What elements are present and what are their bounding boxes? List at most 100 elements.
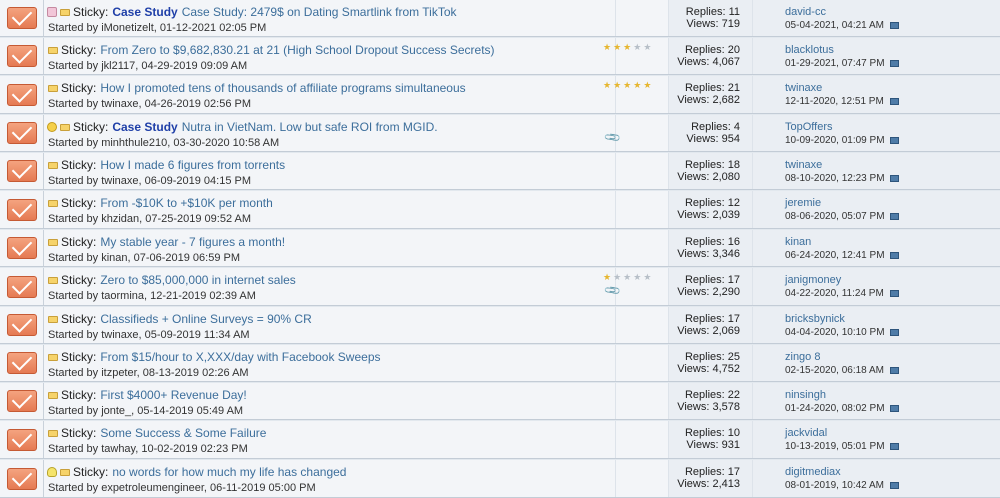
sticky-label: Sticky: <box>61 235 97 249</box>
last-post-user-link[interactable]: digitmediax <box>785 466 1000 478</box>
star-icon: ★ <box>603 42 614 52</box>
sticky-label: Sticky: <box>61 196 97 210</box>
views-count: Views: 2,039 <box>677 209 740 221</box>
last-post-user-link[interactable]: ninsingh <box>785 389 1000 401</box>
last-post-time: 05:01 PM <box>841 441 885 452</box>
star-icon: ★ <box>643 80 654 90</box>
envelope-icon <box>6 7 37 29</box>
thread-status-cell <box>0 76 44 113</box>
thread-rating: ★★★★★ <box>603 272 653 283</box>
last-post-user-link[interactable]: zingo 8 <box>785 351 1000 363</box>
replies-count[interactable]: Replies: 18 <box>669 159 740 171</box>
thread-title-link[interactable]: From Zero to $9,682,830.21 at 21 (High S… <box>100 43 494 57</box>
last-post-user-link[interactable]: kinan <box>785 236 1000 248</box>
last-post-cell: zingo 8 02-15-2020, 06:18 AM <box>753 345 1000 381</box>
thread-stats-cell: Replies: 18 Views: 2,080 <box>669 153 753 189</box>
replies-count[interactable]: Replies: 17 <box>669 466 740 478</box>
last-post-time: 05:07 PM <box>841 211 885 222</box>
star-icon: ★ <box>603 272 614 282</box>
goto-last-post-icon[interactable] <box>890 59 900 67</box>
thread-title-link[interactable]: Some Success & Some Failure <box>100 426 266 440</box>
envelope-icon <box>6 45 37 67</box>
replies-count[interactable]: Replies: 12 <box>669 197 740 209</box>
last-post-time: 01:09 PM <box>841 135 885 146</box>
thread-title-link[interactable]: Case Study: 2479$ on Dating Smartlink fr… <box>182 5 457 19</box>
replies-count[interactable]: Replies: 25 <box>669 351 740 363</box>
last-post-time: 12:23 PM <box>841 173 885 184</box>
thread-status-cell <box>0 345 44 381</box>
thread-title-link[interactable]: no words for how much my life has change… <box>112 465 346 479</box>
thread-title-link[interactable]: From -$10K to +$10K per month <box>100 196 272 210</box>
goto-last-post-icon[interactable] <box>889 289 899 297</box>
goto-last-post-icon[interactable] <box>890 404 900 412</box>
last-post-date-value: 04-04-2020, <box>785 327 839 338</box>
last-post-date-value: 01-29-2021, <box>785 58 839 69</box>
replies-count[interactable]: Replies: 21 <box>669 82 740 94</box>
envelope-icon <box>6 198 37 221</box>
replies-count[interactable]: Replies: 22 <box>669 389 740 401</box>
last-post-user-link[interactable]: twinaxe <box>785 159 1000 171</box>
replies-count[interactable]: Replies: 10 <box>669 427 740 439</box>
thread-title-link[interactable]: How I made 6 figures from torrents <box>100 158 285 172</box>
goto-last-post-icon[interactable] <box>889 366 899 374</box>
last-post-user-link[interactable]: twinaxe <box>785 82 1000 94</box>
folder-icon <box>48 199 58 207</box>
last-post-date-value: 10-13-2019, <box>785 441 839 452</box>
thread-stats-cell: Replies: 12 Views: 2,039 <box>669 191 753 228</box>
thread-prefix[interactable]: Case Study <box>112 120 177 134</box>
last-post-user-link[interactable]: bricksbynick <box>785 313 1000 325</box>
goto-last-post-icon[interactable] <box>889 21 899 29</box>
sticky-label: Sticky: <box>73 5 109 19</box>
last-post-user-link[interactable]: janigmoney <box>785 274 1000 286</box>
folder-icon <box>48 238 58 246</box>
views-count: Views: 2,080 <box>677 171 740 183</box>
thread-stats-cell: Replies: 4 Views: 954 <box>669 115 753 151</box>
thread-title-link[interactable]: My stable year - 7 figures a month! <box>100 235 285 249</box>
envelope-icon <box>6 467 37 490</box>
goto-last-post-icon[interactable] <box>889 97 899 105</box>
last-post-user-link[interactable]: blacklotus <box>785 44 1000 56</box>
thread-title-link[interactable]: From $15/hour to X,XXX/day with Facebook… <box>100 350 380 364</box>
envelope-icon <box>6 160 37 182</box>
last-post-cell: janigmoney 04-22-2020, 11:24 PM <box>753 268 1000 305</box>
replies-count[interactable]: Replies: 4 <box>669 121 740 133</box>
star-icon: ★ <box>643 272 654 282</box>
last-post-user-link[interactable]: jackvidal <box>785 427 1000 439</box>
goto-last-post-icon[interactable] <box>890 251 900 259</box>
sticky-label: Sticky: <box>61 350 97 364</box>
thread-main-cell: Sticky: How I made 6 figures from torren… <box>44 153 616 189</box>
replies-count[interactable]: Replies: 11 <box>669 6 740 18</box>
thread-rating-cell: ★★★★★ <box>603 38 669 74</box>
thread-rating-cell <box>616 191 669 228</box>
goto-last-post-icon[interactable] <box>889 481 899 489</box>
goto-last-post-icon[interactable] <box>890 212 900 220</box>
thread-main-cell: Sticky: From $15/hour to X,XXX/day with … <box>44 345 616 381</box>
thread-rating-cell <box>616 153 669 189</box>
replies-count[interactable]: Replies: 20 <box>669 44 740 56</box>
thread-title-link[interactable]: Zero to $85,000,000 in internet sales <box>100 273 295 287</box>
goto-last-post-icon[interactable] <box>890 174 900 182</box>
last-post-user-link[interactable]: TopOffers <box>785 121 1000 133</box>
thread-rating-cell <box>616 0 669 36</box>
last-post-user-link[interactable]: jeremie <box>785 197 1000 209</box>
thread-row: Sticky: no words for how much my life ha… <box>0 460 1000 498</box>
folder-icon <box>60 123 70 131</box>
goto-last-post-icon[interactable] <box>890 328 900 336</box>
envelope-icon <box>6 352 37 374</box>
last-post-date: 12-11-2020, 12:51 PM <box>785 96 1000 108</box>
thread-status-cell <box>0 383 44 419</box>
replies-count[interactable]: Replies: 16 <box>669 236 740 248</box>
thread-title-link[interactable]: First $4000+ Revenue Day! <box>100 388 246 402</box>
thread-title-link[interactable]: How I promoted tens of thousands of affi… <box>100 81 465 95</box>
thread-title-link[interactable]: Nutra in VietNam. Low but safe ROI from … <box>182 120 438 134</box>
goto-last-post-icon[interactable] <box>890 136 900 144</box>
last-post-user-link[interactable]: david-cc <box>785 6 1000 18</box>
thread-prefix[interactable]: Case Study <box>112 5 177 19</box>
thread-status-cell <box>0 268 44 305</box>
goto-last-post-icon[interactable] <box>890 442 900 450</box>
replies-count[interactable]: Replies: 17 <box>669 274 740 286</box>
last-post-cell: jackvidal 10-13-2019, 05:01 PM <box>753 421 1000 458</box>
replies-count[interactable]: Replies: 17 <box>669 313 740 325</box>
sticky-label: Sticky: <box>61 158 97 172</box>
thread-title-link[interactable]: Classifieds + Online Surveys = 90% CR <box>100 312 311 326</box>
